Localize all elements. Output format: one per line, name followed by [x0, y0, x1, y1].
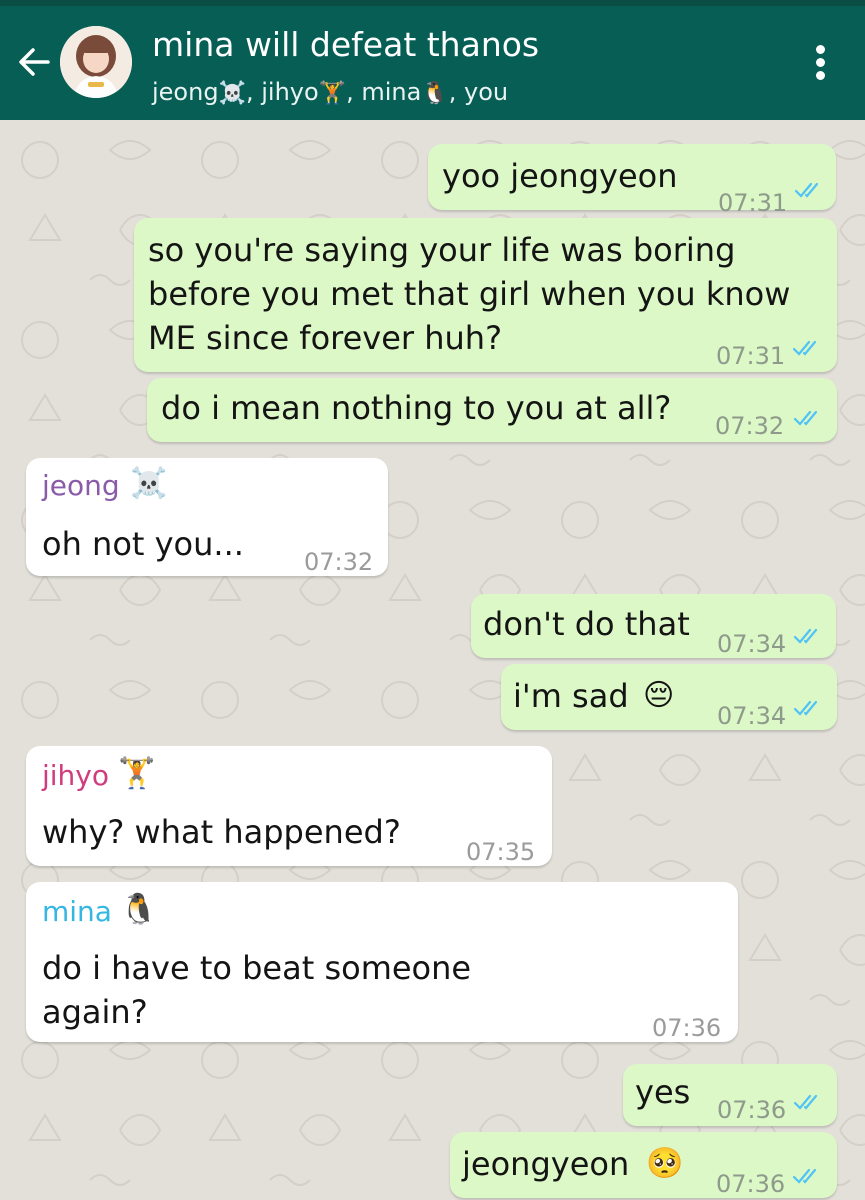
read-ticks-icon: [793, 410, 818, 426]
penguin-emoji-icon: 🐧: [120, 892, 158, 927]
sender-name[interactable]: mina: [42, 894, 112, 930]
message-text: don't do that: [483, 605, 690, 643]
message-time: 07:36: [652, 1014, 722, 1042]
message-text: jeongyeon: [462, 1145, 630, 1183]
message-time: 07:32: [304, 548, 374, 576]
message-text: do i have to beat someone again?: [42, 949, 472, 1031]
member-name: jeong: [152, 78, 219, 106]
member-name: mina: [361, 78, 422, 106]
penguin-emoji-icon: 🐧: [421, 81, 449, 106]
status-bar-strip: [0, 0, 865, 6]
message-text: i'm sad: [513, 677, 629, 715]
message-time: 07:34: [717, 630, 787, 658]
message-text: do i mean nothing to you at all?: [161, 389, 672, 427]
outgoing-message[interactable]: so you're saying your life was boring be…: [134, 218, 837, 372]
read-ticks-icon: [794, 182, 819, 198]
back-arrow-icon[interactable]: [14, 42, 54, 82]
pensive-face-emoji-icon: 😔: [643, 678, 675, 713]
message-text: oh not you...: [42, 525, 244, 563]
pleading-face-emoji-icon: 🥺: [646, 1146, 684, 1181]
incoming-message[interactable]: jeong ☠️ oh not you... 07:32: [26, 458, 388, 576]
outgoing-message[interactable]: yoo jeongyeon 07:31: [428, 144, 836, 217]
sender-name[interactable]: jeong: [42, 468, 120, 504]
skull-emoji-icon: ☠️: [218, 81, 246, 106]
outgoing-message[interactable]: i'm sad 😔 07:34: [501, 664, 837, 730]
message-time: 07:32: [715, 412, 785, 440]
read-ticks-icon: [793, 628, 818, 644]
chat-header: mina will defeat thanos jeong☠️, jihyo🏋️…: [0, 0, 865, 120]
message-time: 07:31: [716, 342, 786, 370]
member-separator: ,: [448, 78, 464, 106]
read-ticks-icon: [792, 340, 817, 356]
group-avatar[interactable]: [60, 26, 132, 98]
read-ticks-icon: [793, 1094, 818, 1110]
member-name: you: [463, 78, 509, 106]
member-separator: ,: [346, 78, 362, 106]
outgoing-message[interactable]: do i mean nothing to you at all? 07:32: [147, 378, 837, 442]
message-text: so you're saying your life was boring be…: [148, 231, 791, 357]
outgoing-message[interactable]: don't do that 07:34: [471, 594, 836, 658]
outgoing-message[interactable]: yes 07:36: [623, 1064, 837, 1126]
group-title[interactable]: mina will defeat thanos: [152, 24, 539, 66]
message-text: why? what happened?: [42, 813, 401, 851]
message-time: 07:34: [717, 702, 787, 730]
read-ticks-icon: [792, 1168, 817, 1184]
more-options-icon[interactable]: [808, 42, 832, 86]
message-time: 07:36: [716, 1170, 786, 1198]
group-members[interactable]: jeong☠️, jihyo🏋️, mina🐧, you: [152, 76, 508, 110]
member-separator: ,: [245, 78, 262, 106]
member-name: jihyo: [261, 78, 319, 106]
message-list[interactable]: yoo jeongyeon 07:31 so you're saying you…: [0, 120, 865, 1200]
message-time: 07:36: [717, 1096, 787, 1124]
message-text: yes: [635, 1073, 691, 1111]
weightlifter-emoji-icon: 🏋️: [318, 81, 347, 106]
skull-emoji-icon: ☠️: [130, 466, 168, 501]
weightlifter-emoji-icon: 🏋️: [118, 756, 156, 791]
message-text: yoo jeongyeon: [442, 157, 678, 195]
incoming-message[interactable]: jihyo 🏋️ why? what happened? 07:35: [26, 746, 552, 866]
incoming-message[interactable]: mina 🐧 do i have to beat someone again? …: [26, 882, 738, 1042]
outgoing-message[interactable]: jeongyeon 🥺 07:36: [450, 1132, 837, 1198]
sender-name[interactable]: jihyo: [42, 758, 109, 794]
read-ticks-icon: [793, 700, 818, 716]
message-time: 07:35: [466, 838, 536, 866]
